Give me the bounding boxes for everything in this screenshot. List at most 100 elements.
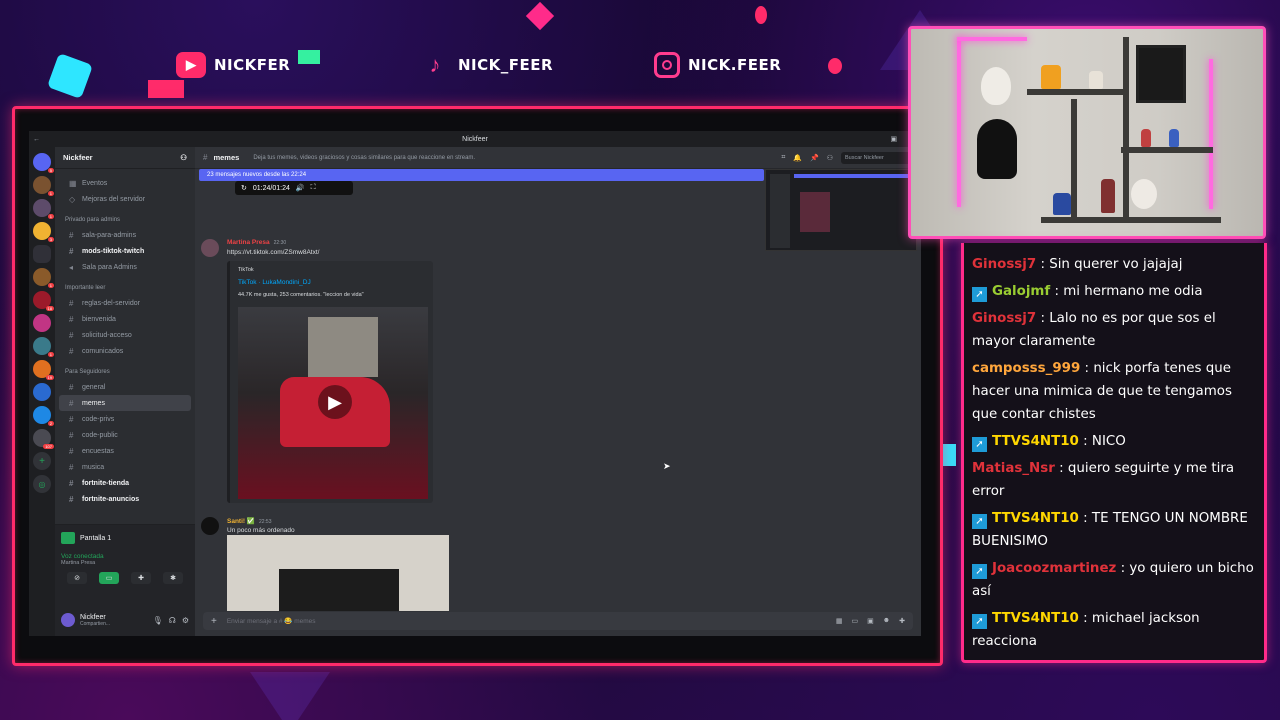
channel-sala-para-admins[interactable]: # sala-para-admins [59,227,191,243]
plus-icon[interactable]: + [211,616,217,627]
tiktok-icon: ♪ [429,52,441,77]
discover-icon[interactable]: ◎ [33,475,51,493]
activities-icon[interactable]: ✚ [131,572,151,584]
chat-username[interactable]: camposss_999 [972,361,1080,376]
fullscreen-icon[interactable]: ⛶ [311,184,316,192]
chat-username[interactable]: Ginossj7 [972,311,1036,326]
add-member-icon[interactable]: ⚇ [180,153,187,162]
channel-comunicados[interactable]: # comunicados [59,343,191,359]
category-private[interactable]: Privado para admins [59,213,191,227]
server-icon[interactable]: 19 [33,360,54,380]
volume-icon[interactable]: 🔊 [296,184,305,192]
channel-solicitud[interactable]: # solicitud-acceso [59,327,191,343]
voice-panel: Pantalla 1 Voz conectada Martina Presa ⊘… [55,524,195,604]
inbox-icon[interactable]: ▣ [890,135,897,143]
image-attachment[interactable] [227,535,449,611]
gif-icon[interactable]: ▭ [852,617,859,625]
discord-window: ← Nickfeer ▣ ? 5 1 1 3 1 18 1 19 2 107 +… [29,131,921,636]
channel-reglas[interactable]: # reglas-del-servidor [59,295,191,311]
server-icon[interactable]: 1 [33,176,54,196]
hash-icon: # [69,398,74,408]
mouse-cursor-icon: ➤ [663,461,671,471]
server-icon[interactable]: 1 [33,199,54,219]
channel-code-privs[interactable]: # code-privs [59,411,191,427]
server-header[interactable]: Nickfeer ⚇ [55,147,195,169]
screen-label: Pantalla 1 [80,534,112,542]
chat-username[interactable]: Galojmf [992,284,1050,299]
avatar[interactable] [201,517,219,535]
screen-icon [61,532,75,544]
embed-title[interactable]: TikTok · LukaMondini_DJ [238,279,425,286]
stream-icon[interactable]: ▭ [99,572,119,584]
camera-off-icon[interactable]: ⊘ [67,572,87,584]
channel-code-public[interactable]: # code-public [59,427,191,443]
figure [1131,179,1157,209]
sticker-icon[interactable]: ▣ [867,617,874,625]
server-icon[interactable]: 1 [33,268,54,288]
channel-bienvenida[interactable]: # bienvenida [59,311,191,327]
headphones-icon[interactable]: ☊ [169,616,176,625]
message-link[interactable]: https://vt.tiktok.com/ZSmw8Atxt/ [227,249,319,256]
user-status: Compartien... [80,620,111,627]
hash-icon: # [69,494,74,504]
play-icon[interactable]: ▶ [318,385,352,419]
channel-topic: Deja tus memes, videos graciosos y cosas… [253,154,476,161]
server-icon[interactable]: 18 [33,291,54,311]
category-important[interactable]: Importante leer [59,281,191,295]
channel-fortnite-tienda[interactable]: # fortnite-tienda [59,475,191,491]
channel-memes[interactable]: # memes [59,395,191,411]
channel-general[interactable]: # general [59,379,191,395]
video-player[interactable]: ▶ [238,307,428,499]
message-author[interactable]: Santi! ✅ 22:53 [227,517,271,525]
search-input[interactable]: Buscar Nickfeer [841,151,913,164]
server-icon[interactable]: 107 [33,429,54,449]
chat-username[interactable]: Matias_Nsr [972,461,1055,476]
apps-icon[interactable]: ✚ [899,617,905,625]
channel-sala-admins-voice[interactable]: ◂ Sala para Admins [59,259,191,275]
server-icon[interactable]: 3 [33,222,54,242]
channel-mods-tiktok-twitch[interactable]: # mods-tiktok-twitch [59,243,191,259]
channel-musica[interactable]: # musica [59,459,191,475]
channel-boosts[interactable]: ◇ Mejoras del servidor [59,191,191,207]
microphone-icon[interactable]: 🎙 [153,616,163,625]
settings-gear-icon[interactable]: ⚙ [182,616,189,625]
led-strip [1209,59,1213,209]
pin-icon[interactable]: 📌 [810,154,819,162]
screen-share-card[interactable]: Pantalla 1 [61,529,189,547]
server-icon[interactable] [33,245,51,263]
gift-icon[interactable]: ▦ [836,617,843,625]
soundboard-icon[interactable]: ✱ [163,572,183,584]
chat-username[interactable]: Joacoozmartinez [992,561,1116,576]
voice-status: Voz conectada [61,553,104,560]
chat-username[interactable]: TTVS4NT10 [992,511,1079,526]
channel-encuestas[interactable]: # encuestas [59,443,191,459]
server-icon[interactable] [33,314,51,332]
server-icon[interactable] [33,383,51,401]
avatar[interactable] [201,239,219,257]
instagram-handle: NICK.FEER [688,56,782,74]
replay-icon[interactable]: ↻ [241,184,247,192]
threads-icon[interactable]: ⌗ [781,154,785,162]
chat-username[interactable]: TTVS4NT10 [992,611,1079,626]
message-input[interactable]: + Enviar mensaje a # 😂 memes ▦ ▭ ▣ ☻ ✚ [203,612,913,630]
avatar[interactable] [61,613,75,627]
chat-username[interactable]: TTVS4NT10 [992,434,1079,449]
home-icon[interactable]: 5 [33,153,54,173]
audio-player[interactable]: ↻ 01:24/01:24 🔊 ⛶ [235,181,353,195]
server-icon[interactable]: 1 [33,337,54,357]
chat-username[interactable]: Ginossj7 [972,257,1036,272]
new-messages-bar[interactable]: 23 mensajes nuevos desde las 22:24 [199,169,764,181]
members-icon[interactable]: ⚇ [827,154,833,162]
bell-icon[interactable]: 🔔 [793,154,802,162]
channel-fortnite-anuncios[interactable]: # fortnite-anuncios [59,491,191,507]
back-arrow-icon[interactable]: ← [33,136,40,143]
message-author[interactable]: Martina Presa 22:30 [227,239,286,246]
emoji-icon[interactable]: ☻ [883,617,890,625]
server-icon[interactable]: 2 [33,406,54,426]
add-server-icon[interactable]: + [33,452,51,470]
channel-events[interactable]: ▦ Eventos [59,175,191,191]
shelf [1121,147,1213,153]
hash-icon: # [203,153,208,162]
figure [1089,71,1103,89]
category-followers[interactable]: Para Seguidores [59,365,191,379]
